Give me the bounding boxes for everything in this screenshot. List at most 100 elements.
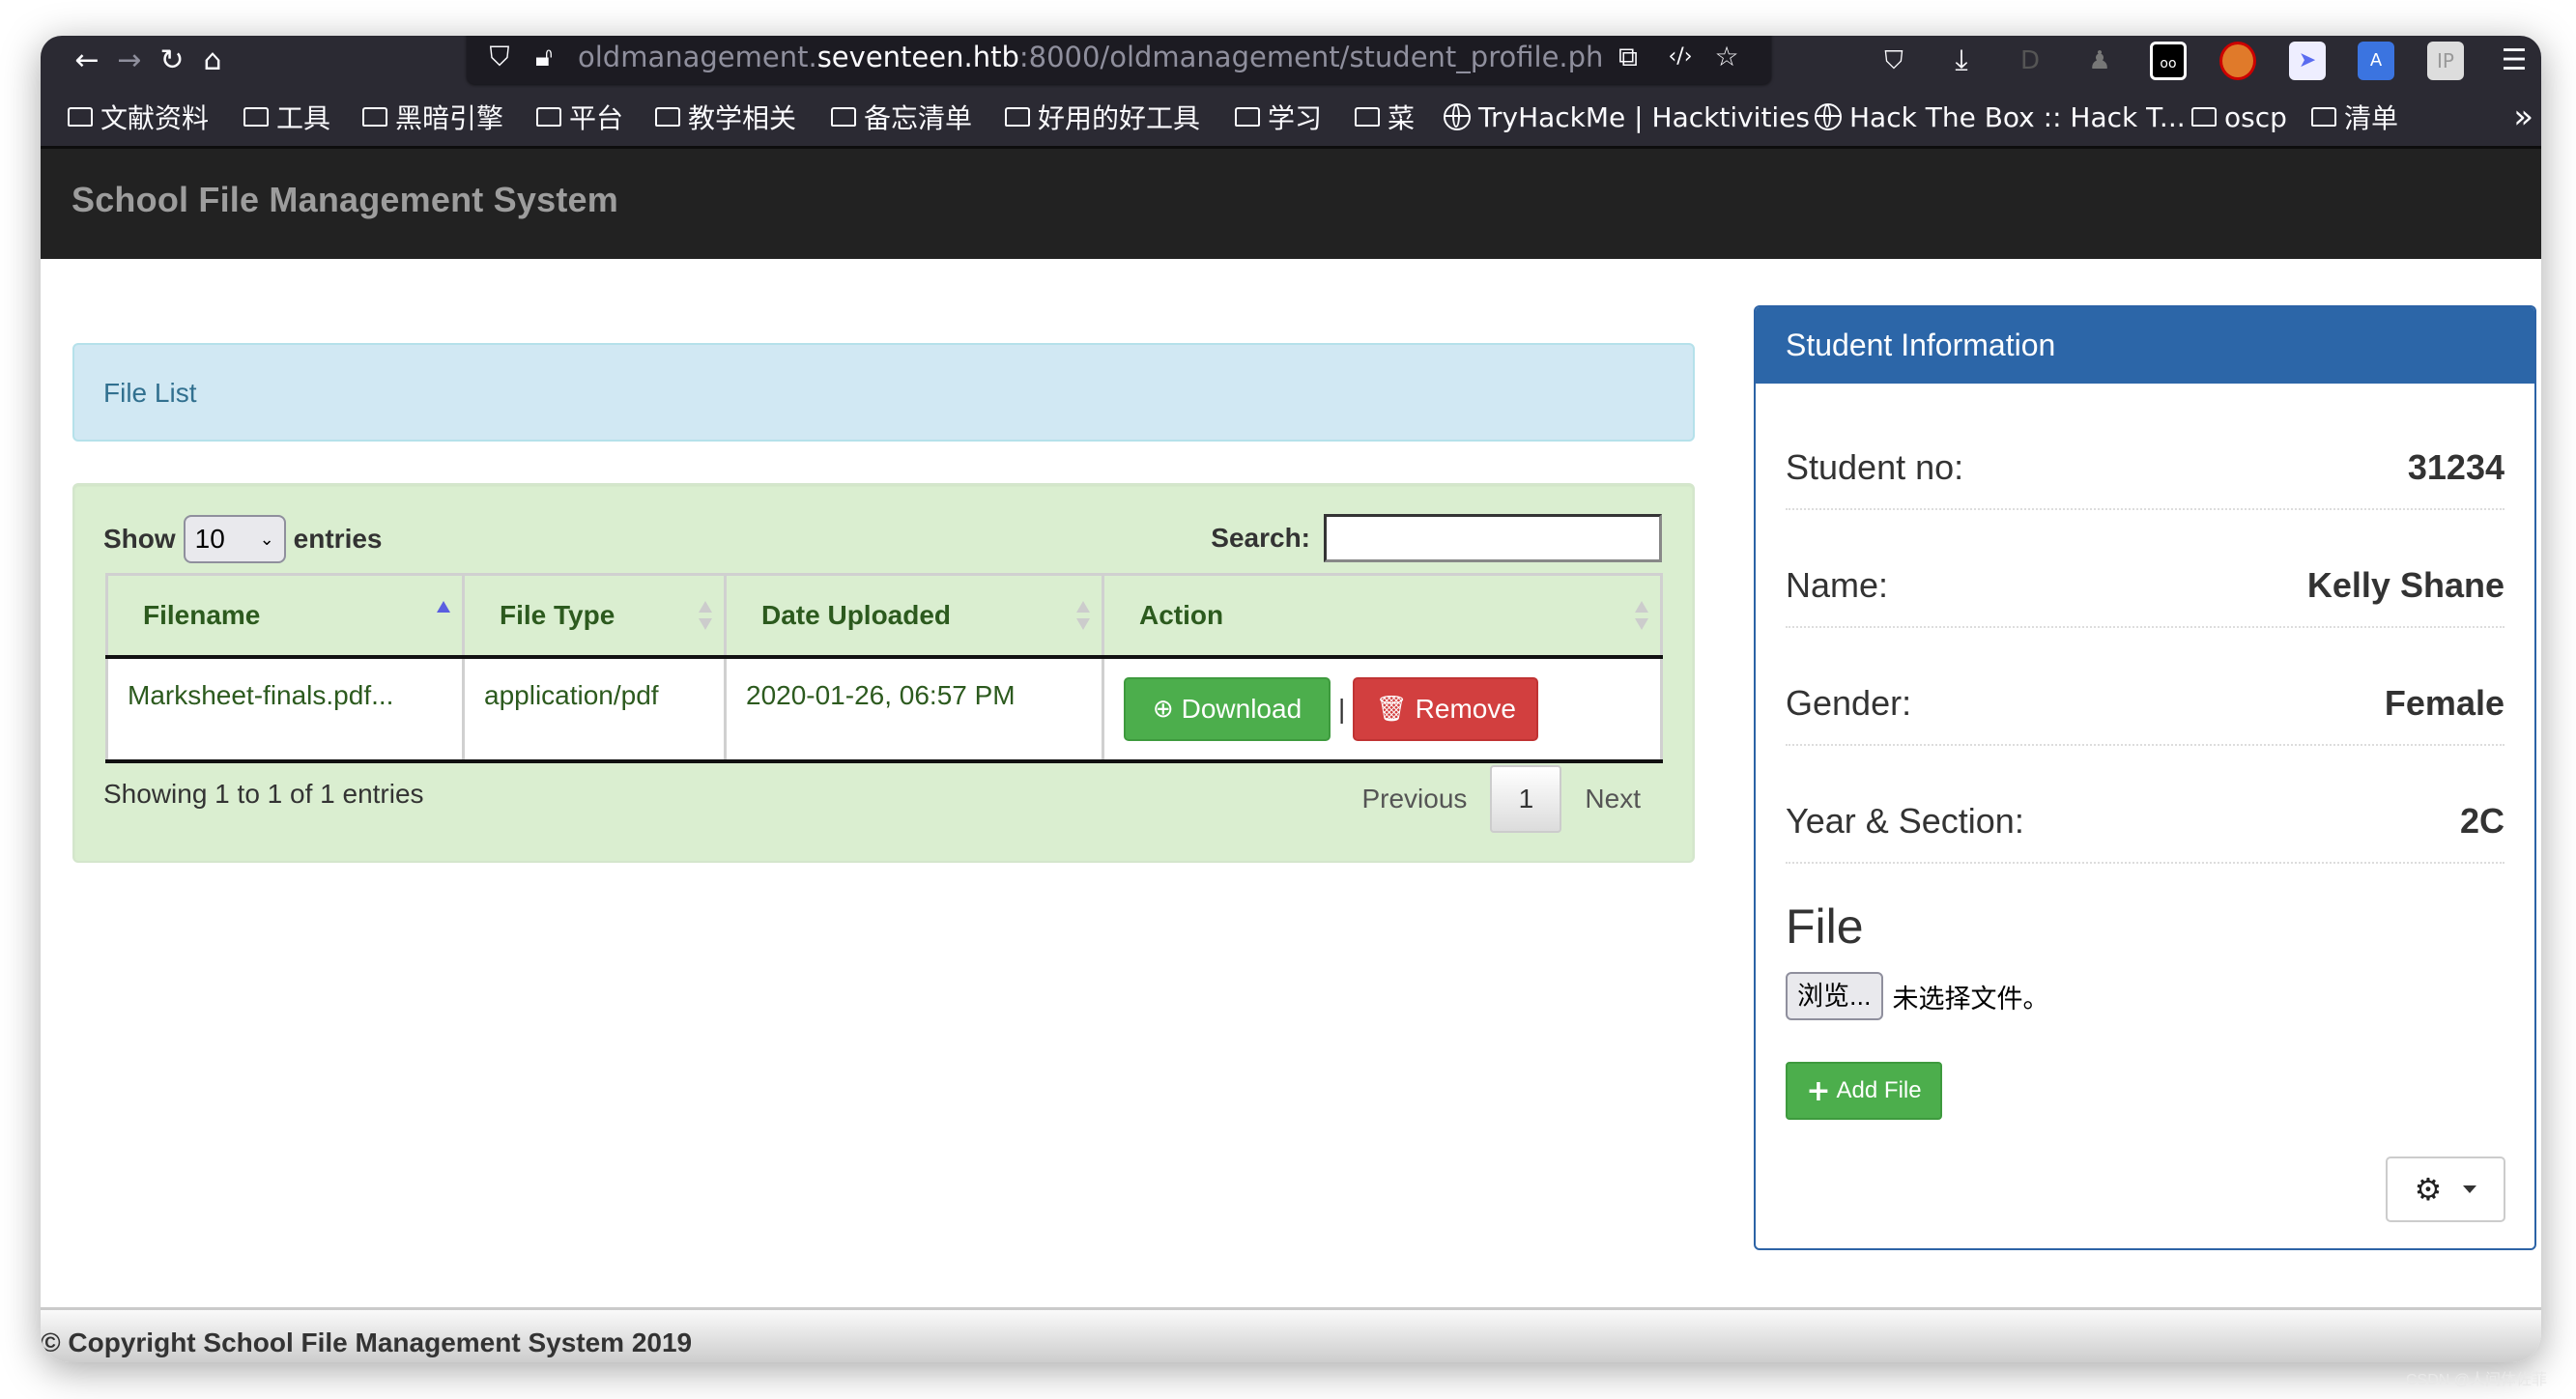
name-label: Name: [1786,565,1889,605]
gear-icon: ⚙ [2414,1171,2443,1208]
browser-window: ← → ↻ ⌂ ⛉ 🔓︎ oldmanagement.seventeen.htb… [41,36,2541,1362]
column-header-filename[interactable]: Filename [105,573,465,659]
file-list-heading: File List [72,343,1695,442]
download-button[interactable]: ⊕ Download [1124,677,1331,741]
back-icon[interactable]: ← [68,43,106,78]
gender-value: Female [2384,683,2504,723]
bookmark-folder[interactable]: 平台 [536,98,623,136]
cookie-eyes-icon[interactable]: oo [2150,42,2187,80]
bookmarks-overflow-icon[interactable]: » [2513,98,2533,136]
site-footer: © Copyright School File Management Syste… [41,1310,2541,1362]
gender-label: Gender: [1786,683,1912,723]
student-no-value: 31234 [2407,447,2504,487]
entries-length-control: Show 10 ⌄ entries [103,514,383,564]
file-list-title: File List [103,378,197,408]
insecure-lock-icon[interactable]: 🔓︎ [525,38,563,76]
site-brand[interactable]: School File Management System [72,180,618,220]
bookmark-folder[interactable]: oscp [2191,98,2287,136]
search-control: Search: [1211,514,1662,562]
ip-icon[interactable]: IP [2427,42,2464,80]
bookmark-folder[interactable]: 菜 [1355,98,1415,136]
table-info: Showing 1 to 1 of 1 entries [103,779,424,809]
add-file-button[interactable]: + Add File [1786,1062,1942,1120]
home-icon[interactable]: ⌂ [193,43,232,78]
action-separator: | [1338,694,1346,724]
year-section-value: 2C [2459,801,2504,841]
sort-both-icon [699,599,712,634]
noscript-icon[interactable] [2219,42,2256,80]
remove-button[interactable]: 🗑︎ Remove [1353,677,1539,741]
reload-icon[interactable]: ↻ [153,43,191,78]
file-input: 浏览... 未选择文件。 [1786,972,2049,1020]
translate-icon[interactable]: A [2358,42,2394,80]
bookmark-link[interactable]: Hack The Box :: Hack T... [1815,98,2186,136]
pocket-icon[interactable]: ⛉ [1875,43,1913,78]
bookmarks-bar: 文献资料 工具 黑暗引擎 平台 教学相关 备忘清单 好用的好工具 学习 菜 Tr… [41,88,2541,146]
cell-filename: Marksheet-finals.pdf... [105,655,465,763]
search-label: Search: [1211,523,1310,553]
page-size-select[interactable]: 10 ⌄ [183,515,286,563]
next-page-button[interactable]: Next [1561,765,1664,833]
bookmark-star-icon[interactable]: ☆ [1707,38,1746,76]
view-source-icon[interactable]: ‹/› [1661,38,1700,76]
folder-icon [2191,107,2217,127]
bookmark-folder[interactable]: 教学相关 [655,98,796,136]
bookmark-folder[interactable]: 清单 [2311,98,2398,136]
column-header-file-type[interactable]: File Type [462,573,727,659]
file-table-container: Show 10 ⌄ entries Search: Filename File … [72,483,1695,863]
settings-dropdown-button[interactable]: ⚙ [2386,1156,2505,1222]
spy-extension-icon[interactable]: ♟ [2081,42,2118,80]
bookmark-folder[interactable]: 好用的好工具 [1005,98,1200,136]
folder-icon [362,107,387,127]
browse-button[interactable]: 浏览... [1786,972,1883,1020]
sort-both-icon [1635,599,1648,634]
file-table: Filename File Type Date Uploaded Action [105,573,1663,763]
shield-ext-icon[interactable]: ➤ [2289,42,2326,80]
file-heading: File [1786,899,1864,954]
bookmark-folder[interactable]: 学习 [1235,98,1322,136]
folder-icon [1355,107,1380,127]
caret-down-icon [2463,1185,2477,1193]
trash-icon: 🗑︎ [1375,695,1408,724]
bookmark-folder[interactable]: 工具 [243,98,330,136]
folder-icon [1235,107,1260,127]
page-size-value: 10 [194,524,225,554]
url-bar[interactable]: ⛉ 🔓︎ oldmanagement.seventeen.htb:8000/ol… [467,36,1771,84]
sort-both-icon [1076,599,1090,634]
student-info-title: Student Information [1756,307,2534,384]
sort-ascending-icon [437,599,450,634]
cell-date-uploaded: 2020-01-26, 06:57 PM [724,655,1104,763]
folder-icon [68,107,93,127]
menu-icon[interactable]: ☰ [2495,43,2533,78]
show-label: Show [103,524,176,554]
globe-icon [1815,103,1842,130]
url-text[interactable]: oldmanagement.seventeen.htb:8000/oldmana… [578,38,1602,76]
dark-reader-icon[interactable]: D [2012,42,2048,80]
bookmark-folder[interactable]: 黑暗引擎 [362,98,503,136]
cell-action: ⊕ Download | 🗑︎ Remove [1102,655,1663,763]
entries-label: entries [293,524,383,554]
name-row: Name: Kelly Shane [1786,545,2504,628]
tracking-shield-icon[interactable]: ⛉ [480,38,519,76]
year-section-row: Year & Section: 2C [1786,781,2504,864]
cell-file-type: application/pdf [462,655,727,763]
year-section-label: Year & Section: [1786,801,2024,841]
bookmark-link[interactable]: TryHackMe | Hacktivities [1444,98,1810,136]
translate-page-icon[interactable]: ⧉ [1609,38,1647,76]
download-icon[interactable]: ⤓ [1942,43,1981,78]
folder-icon [536,107,561,127]
folder-icon [243,107,269,127]
download-circle-icon: ⊕ [1152,695,1174,724]
page-1-button[interactable]: 1 [1490,765,1562,833]
column-header-action[interactable]: Action [1102,573,1663,659]
search-input[interactable] [1324,514,1662,562]
chevron-down-icon: ⌄ [259,528,274,550]
forward-icon[interactable]: → [110,43,149,78]
name-value: Kelly Shane [2306,565,2504,605]
column-header-date-uploaded[interactable]: Date Uploaded [724,573,1104,659]
bookmark-folder[interactable]: 备忘清单 [831,98,972,136]
folder-icon [655,107,680,127]
previous-page-button[interactable]: Previous [1338,765,1490,833]
pagination: Previous 1 Next [1338,765,1664,833]
bookmark-folder[interactable]: 文献资料 [68,98,209,136]
